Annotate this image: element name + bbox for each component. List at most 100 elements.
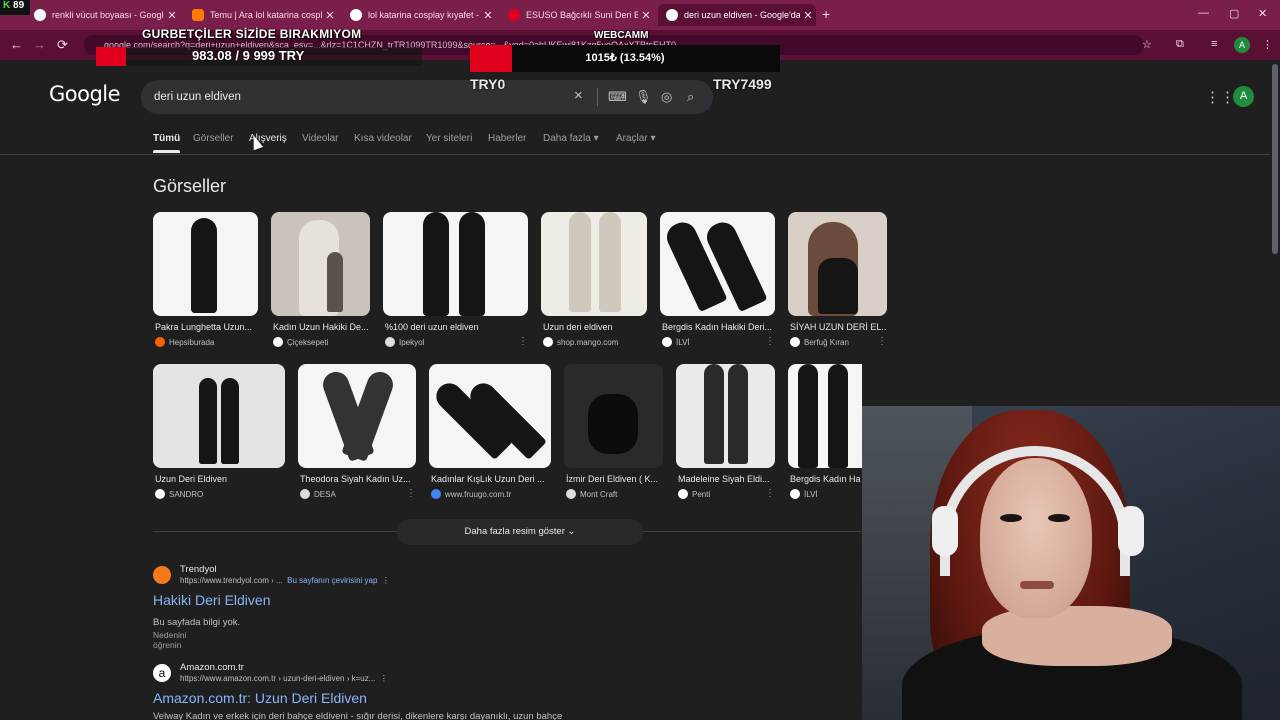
result-site-name[interactable]: Amazon.com.tr: [180, 662, 244, 673]
tab-close-icon[interactable]: ✕: [480, 9, 496, 22]
reading-list-icon[interactable]: ≡: [1211, 38, 1217, 50]
result-url[interactable]: https://www.amazon.com.tr › uzun-deri-el…: [180, 674, 388, 683]
browser-menu-icon[interactable]: ⋮: [1262, 38, 1273, 51]
tab-all[interactable]: Tümü: [153, 133, 181, 153]
image-caption[interactable]: İzmir Deri Eldiven ( K...: [566, 474, 663, 484]
mont-craft-icon: [566, 489, 576, 499]
page-scrollbar[interactable]: [1272, 64, 1278, 254]
tab-tools[interactable]: Araçlar ▾: [616, 133, 655, 144]
result-url[interactable]: https://www.trendyol.com › ... Bu sayfan…: [180, 576, 390, 585]
image-caption[interactable]: Kadınlar KışLık Uzun Deri ...: [431, 474, 551, 484]
image-result[interactable]: Uzun Deri Eldiven SANDRO: [153, 364, 285, 504]
glove-thumbnail[interactable]: [429, 364, 551, 468]
image-caption[interactable]: Uzun Deri Eldiven: [155, 474, 285, 484]
amazon-favicon-icon: a: [153, 664, 171, 682]
browser-tab[interactable]: ESUSO Bağcıklı Suni Deri Büstiy ✕: [500, 4, 654, 26]
browser-tab-bar: renkli vücut boyaası - Google'da ✕ Temu …: [0, 0, 1280, 30]
image-result[interactable]: Kadın Uzun Hakiki De... Çiçeksepeti: [271, 212, 370, 352]
browser-tab[interactable]: Temu | Ara lol katarina cosplay ✕: [184, 4, 338, 26]
google-logo[interactable]: Google: [49, 82, 121, 106]
tab-close-icon[interactable]: ✕: [800, 9, 816, 22]
glove-thumbnail[interactable]: [676, 364, 775, 468]
model-thumbnail[interactable]: [271, 212, 370, 316]
learn-why-link[interactable]: Nedenini öğrenin: [153, 630, 187, 650]
image-source: www.fruugo.com.tr: [431, 489, 511, 499]
image-result[interactable]: İzmir Deri Eldiven ( K... Mont Craft: [564, 364, 663, 504]
image-result[interactable]: Madeleine Siyah Eldi... Penti ⋮: [676, 364, 775, 504]
reload-button[interactable]: ⟳: [57, 37, 68, 53]
extensions-icon[interactable]: ⧉: [1176, 38, 1184, 51]
model-thumbnail[interactable]: [788, 212, 887, 316]
tab-images[interactable]: Görseller: [193, 133, 234, 144]
more-options-icon[interactable]: ⋮: [877, 336, 887, 347]
browser-profile-avatar[interactable]: A: [1234, 37, 1250, 53]
progress-max-label: TRY7499: [713, 76, 772, 92]
browser-tab[interactable]: renkli vücut boyaası - Google'da ✕: [26, 4, 180, 26]
tab-more[interactable]: Daha fazla ▾: [543, 133, 599, 144]
tab-short-videos[interactable]: Kısa videolar: [354, 133, 412, 144]
tab-title: deri uzun eldiven - Google'da A: [684, 10, 800, 20]
image-result[interactable]: Theodora Siyah Kadın Uz... DESA ⋮: [298, 364, 416, 504]
close-window-button[interactable]: ✕: [1258, 7, 1267, 20]
image-caption[interactable]: Madeleine Siyah Eldi...: [678, 474, 775, 484]
glove-thumbnail[interactable]: [153, 212, 258, 316]
google-favicon-icon: [34, 9, 46, 21]
account-avatar[interactable]: A: [1233, 86, 1254, 107]
image-result[interactable]: %100 deri uzun eldiven Ipekyol ⋮: [383, 212, 528, 352]
image-result[interactable]: SİYAH UZUN DERİ EL... Berfuğ Kıran ⋮: [788, 212, 887, 352]
glove-thumbnail[interactable]: [383, 212, 528, 316]
translate-link[interactable]: Bu sayfanın çevirisini yap: [287, 576, 377, 585]
glove-thumbnail[interactable]: [564, 364, 663, 468]
maximize-button[interactable]: ▢: [1229, 7, 1239, 20]
forward-button[interactable]: →: [33, 37, 46, 52]
more-images-button[interactable]: Daha fazla resim göster ⌄: [397, 519, 643, 545]
browser-tab-active[interactable]: deri uzun eldiven - Google'da A ✕: [658, 4, 816, 26]
more-options-icon[interactable]: ⋮: [406, 488, 416, 499]
image-caption[interactable]: Kadın Uzun Hakiki De...: [273, 322, 370, 332]
more-options-icon[interactable]: ⋮: [765, 488, 775, 499]
image-caption[interactable]: Uzun deri eldiven: [543, 322, 647, 332]
penti-icon: [678, 489, 688, 499]
tab-places[interactable]: Yer siteleri: [426, 133, 472, 144]
image-caption[interactable]: SİYAH UZUN DERİ EL...: [790, 322, 887, 332]
image-source: Çiçeksepeti: [273, 337, 328, 347]
search-input[interactable]: [154, 80, 574, 114]
glove-thumbnail[interactable]: [788, 364, 862, 468]
glove-thumbnail[interactable]: [153, 364, 285, 468]
image-result[interactable]: Bergdis Kadın Ha İLVİ: [788, 364, 862, 504]
image-result[interactable]: Uzun deri eldiven shop.mango.com: [541, 212, 647, 352]
more-options-icon[interactable]: ⋮: [765, 336, 775, 347]
clear-search-icon[interactable]: ×: [574, 87, 583, 104]
result-title-link[interactable]: Amazon.com.tr: Uzun Deri Eldiven: [153, 690, 367, 706]
back-button[interactable]: ←: [10, 37, 23, 52]
image-result[interactable]: Kadınlar KışLık Uzun Deri ... www.fruugo…: [429, 364, 551, 504]
tab-news[interactable]: Haberler: [488, 133, 526, 144]
search-icon[interactable]: ⌕: [687, 89, 694, 105]
tab-close-icon[interactable]: ✕: [164, 9, 180, 22]
image-caption[interactable]: Pakra Lunghetta Uzun...: [155, 322, 258, 332]
glove-thumbnail[interactable]: [541, 212, 647, 316]
glove-thumbnail[interactable]: [660, 212, 775, 316]
image-caption[interactable]: Theodora Siyah Kadın Uz...: [300, 474, 416, 484]
more-options-icon[interactable]: ⋮: [518, 336, 528, 347]
image-caption[interactable]: %100 deri uzun eldiven: [385, 322, 528, 332]
keyboard-icon[interactable]: ⌨: [608, 89, 627, 105]
result-title-link[interactable]: Hakiki Deri Eldiven: [153, 592, 270, 608]
glove-thumbnail[interactable]: [298, 364, 416, 468]
image-source: shop.mango.com: [543, 337, 618, 347]
image-caption[interactable]: Bergdis Kadın Hakiki Deri...: [662, 322, 775, 332]
lens-camera-icon[interactable]: ◎: [661, 89, 672, 105]
new-tab-button[interactable]: +: [822, 6, 830, 22]
image-caption[interactable]: Bergdis Kadın Ha: [790, 474, 862, 484]
tab-close-icon[interactable]: ✕: [638, 9, 654, 22]
tab-videos[interactable]: Videolar: [302, 133, 339, 144]
image-result[interactable]: Bergdis Kadın Hakiki Deri... İLVİ ⋮: [660, 212, 775, 352]
microphone-icon[interactable]: 🎙: [635, 89, 652, 105]
browser-tab[interactable]: lol katarina cosplay kıyafet - Go ✕: [342, 4, 496, 26]
google-favicon-icon: [666, 9, 678, 21]
bookmark-star-icon[interactable]: ☆: [1142, 38, 1152, 51]
result-site-name[interactable]: Trendyol: [180, 564, 217, 575]
minimize-button[interactable]: —: [1198, 7, 1209, 19]
tab-close-icon[interactable]: ✕: [322, 9, 338, 22]
image-result[interactable]: Pakra Lunghetta Uzun... Hepsiburada: [153, 212, 258, 352]
